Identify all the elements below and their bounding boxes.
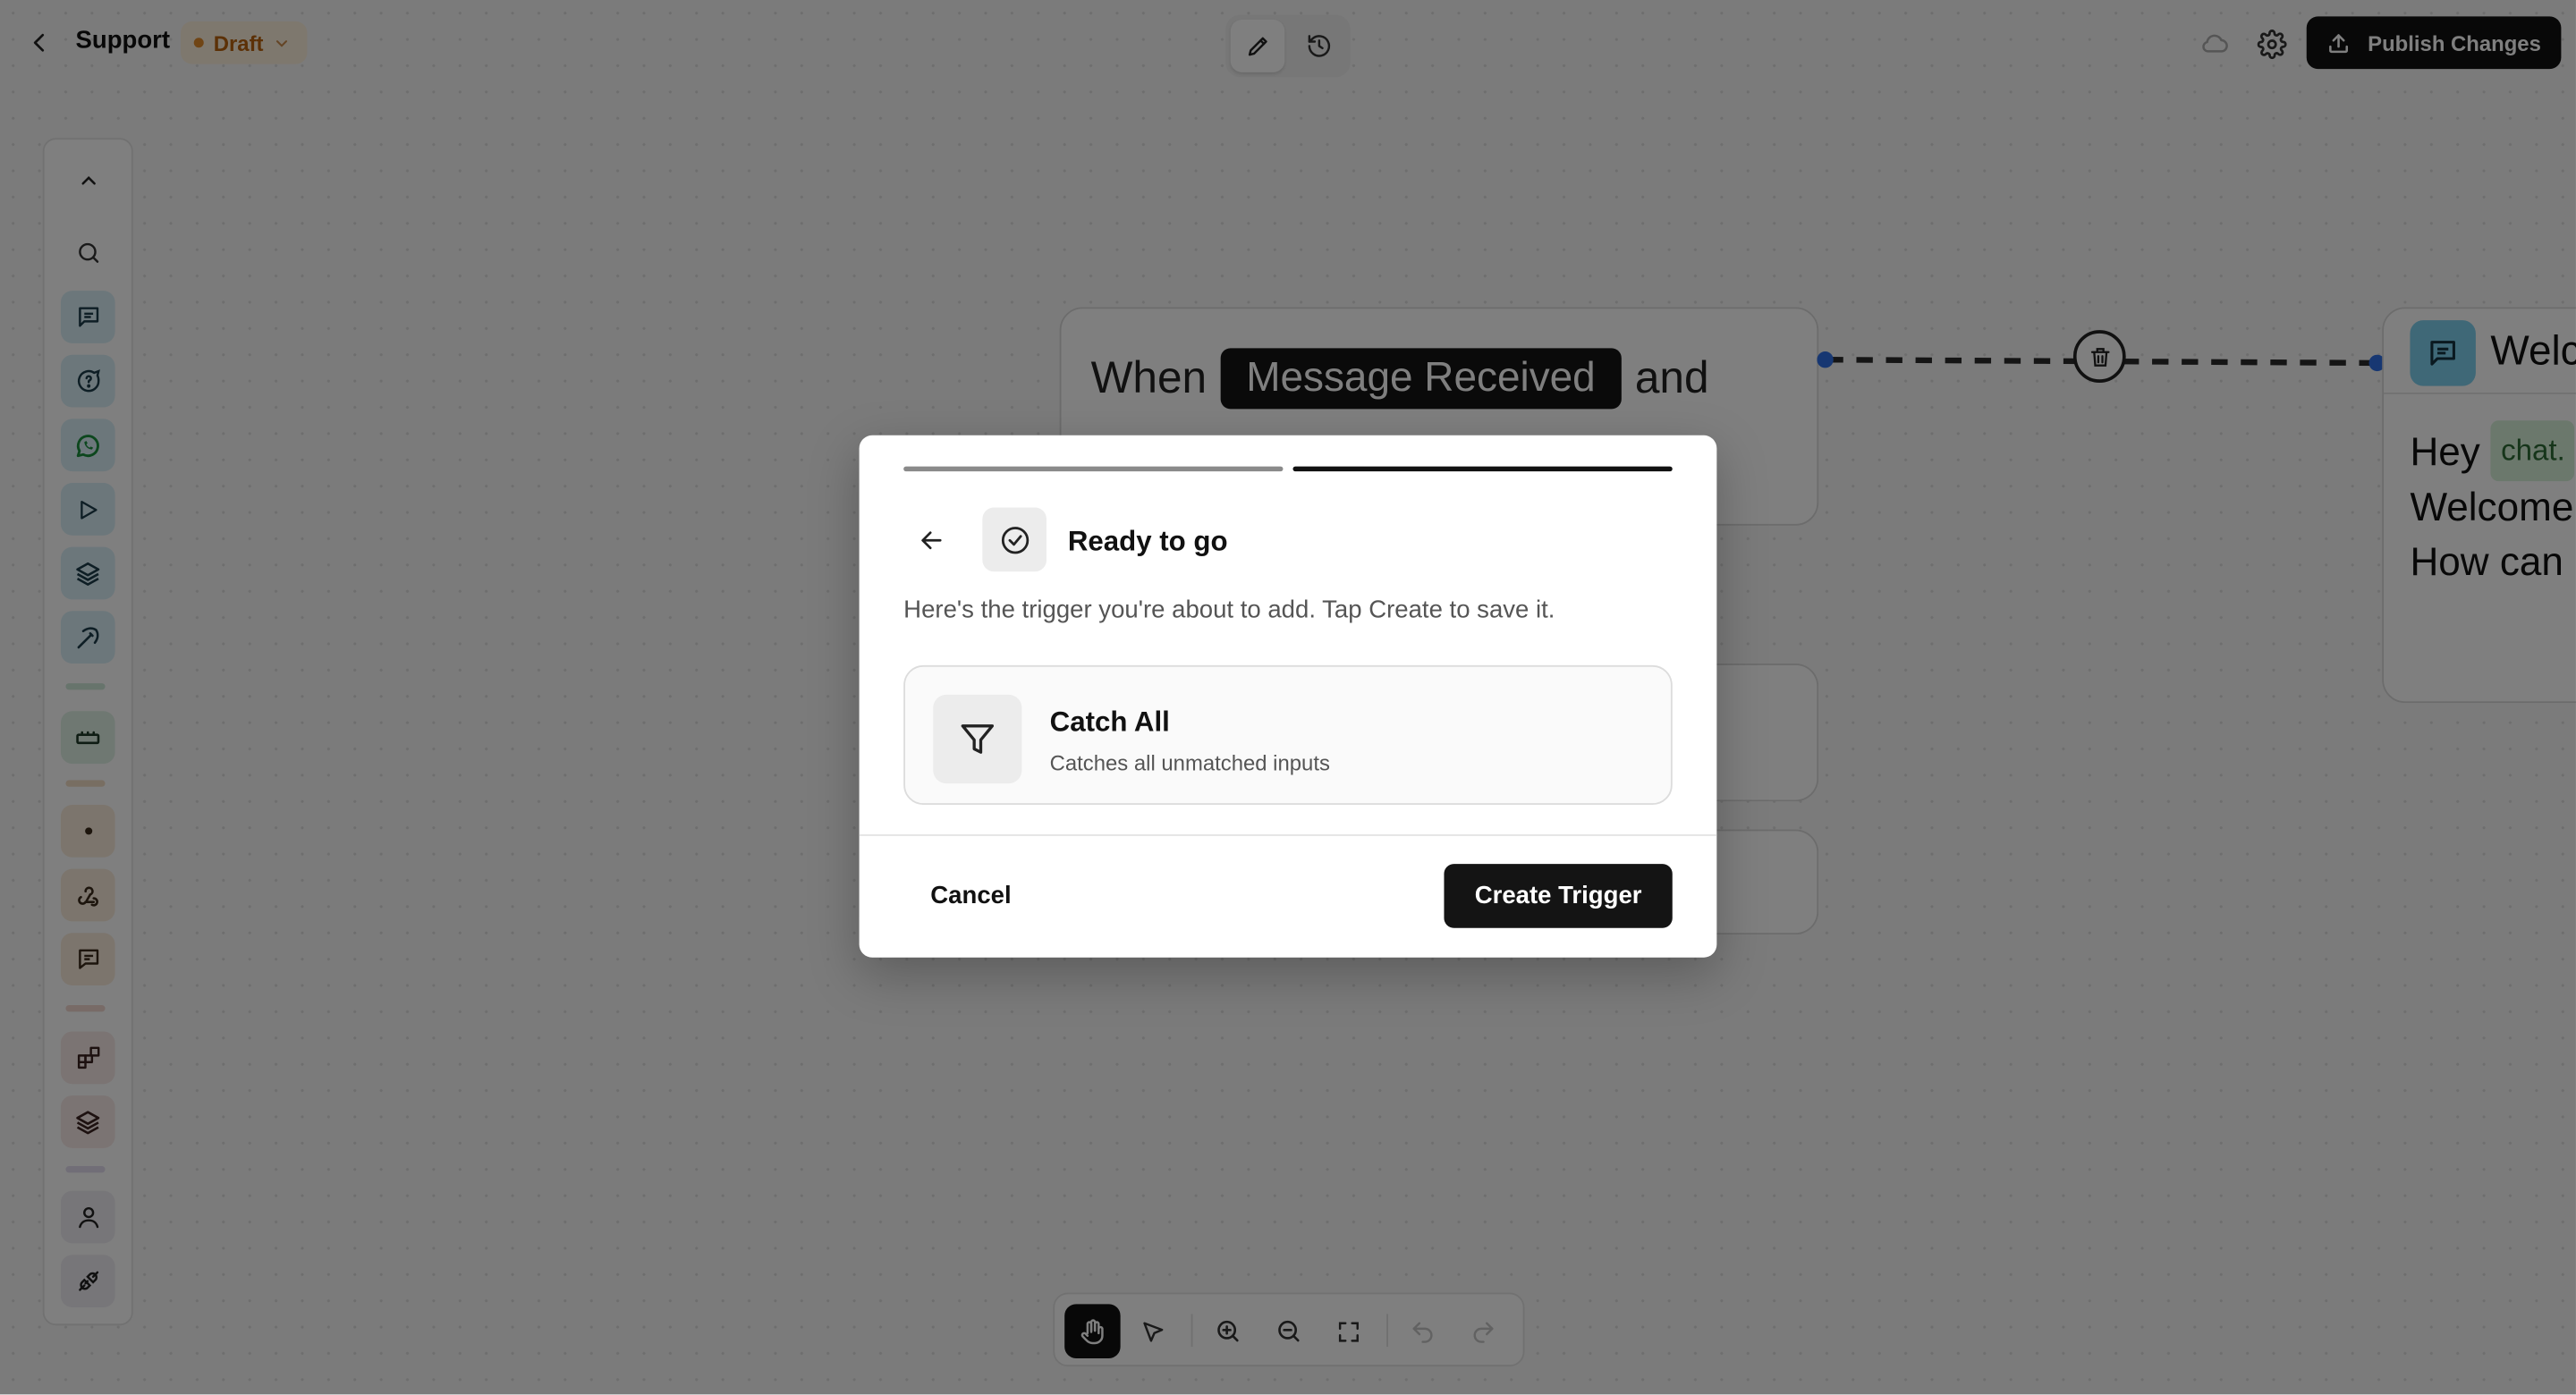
create-trigger-button[interactable]: Create Trigger — [1444, 864, 1673, 928]
trigger-name: Catch All — [1049, 706, 1170, 738]
dialog-description: Here's the trigger you're about to add. … — [903, 596, 1555, 624]
progress-step — [1292, 466, 1673, 472]
filter-icon — [933, 694, 1022, 784]
create-trigger-dialog: Ready to go Here's the trigger you're ab… — [859, 435, 1717, 958]
dialog-back-button[interactable] — [911, 520, 951, 560]
cancel-button[interactable]: Cancel — [905, 864, 1037, 928]
check-circle-icon — [982, 507, 1046, 572]
progress-step — [903, 466, 1284, 472]
selected-trigger-card: Catch All Catches all unmatched inputs — [903, 664, 1673, 805]
arrow-left-icon — [919, 528, 945, 554]
dialog-divider — [859, 834, 1717, 836]
dialog-title: Ready to go — [1067, 525, 1228, 557]
trigger-description: Catches all unmatched inputs — [1049, 750, 1330, 775]
